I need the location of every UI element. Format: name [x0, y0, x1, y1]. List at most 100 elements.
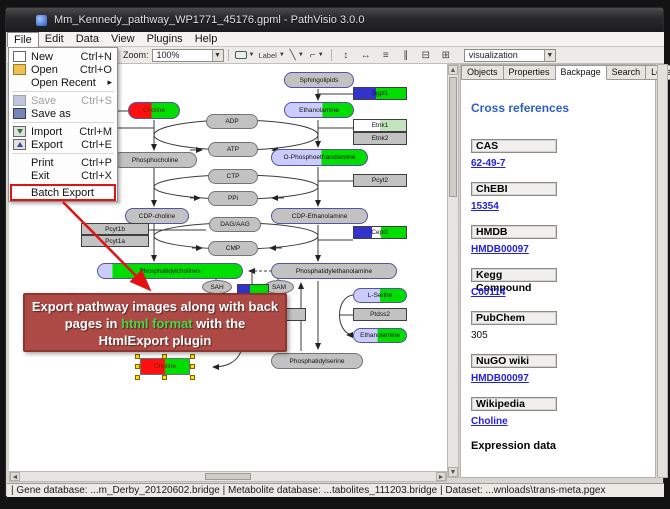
xref-link[interactable]: Choline	[471, 416, 643, 427]
node-cdp-choline[interactable]: CDP-choline	[125, 208, 189, 224]
menu-item-import[interactable]: Import Ctrl+M	[9, 125, 117, 138]
menu-item-open-recent[interactable]: Open Recent ▸	[9, 76, 117, 89]
title-bar[interactable]: Mm_Kennedy_pathway_WP1771_45176.gpml - P…	[6, 8, 663, 32]
visualization-dropdown-icon[interactable]: ▼	[544, 50, 555, 61]
xref-source-name: ChEBI	[471, 182, 557, 196]
backpage-content: Cross references CAS 62-49-7 ChEBI 15354…	[461, 81, 643, 478]
zoom-dropdown-icon[interactable]: ▼	[212, 50, 223, 61]
visualization-combobox[interactable]: visualization ▼	[464, 49, 556, 62]
menu-plugins[interactable]: Plugins	[141, 32, 189, 47]
node-phosphatidylserine[interactable]: Phosphatidylserine	[271, 353, 363, 369]
layout-button[interactable]: ⊞	[438, 48, 454, 62]
node-choline-top[interactable]: Choline	[128, 102, 180, 119]
xref-link[interactable]: C00114	[471, 287, 643, 298]
node-phosphocholine[interactable]: Phosphocholine	[113, 152, 197, 168]
scroll-up-icon[interactable]: ▲	[448, 65, 458, 75]
label-tool-button[interactable]: Label▼	[258, 48, 284, 62]
tab-backpage[interactable]: Backpage	[556, 65, 607, 80]
selection-handle[interactable]	[190, 364, 195, 369]
node-dag-aag[interactable]: DAG/AAG	[209, 217, 261, 232]
menu-item-export[interactable]: Export Ctrl+E	[9, 138, 117, 151]
xref-link[interactable]: 15354	[471, 201, 643, 212]
node-cdp-ethanolamine[interactable]: CDP-Ethanolamine	[271, 208, 368, 224]
node-ethanolamine-bottom[interactable]: Ethanolamine	[353, 328, 407, 343]
stack-vertical-button[interactable]: ∥	[398, 48, 414, 62]
canvas-horizontal-scrollbar[interactable]: ◄ ►	[9, 471, 447, 482]
horizontal-scroll-thumb[interactable]	[205, 473, 251, 480]
node-phosphatidylcholines[interactable]: Phosphatidylcholines	[97, 263, 243, 279]
xref-link[interactable]: 62-49-7	[471, 158, 643, 169]
menu-separator	[12, 91, 114, 92]
cross-references-heading: Cross references	[471, 101, 643, 115]
xref-source-name: Kegg Compound	[471, 268, 557, 282]
vertical-scroll-thumb[interactable]	[449, 77, 457, 197]
node-ctp[interactable]: CTP	[208, 169, 258, 184]
align-vertical-icon: ↕	[343, 50, 348, 61]
tab-search[interactable]: Search	[607, 65, 647, 80]
file-menu-popup: New Ctrl+N Open Ctrl+O Open Recent ▸ Sav…	[8, 47, 118, 202]
node-cmp[interactable]: CMP	[208, 241, 258, 256]
align-horizontal-button[interactable]: ↔	[358, 48, 374, 62]
side-panel: Objects Properties Backpage Search Legen…	[460, 64, 656, 478]
selection-handle[interactable]	[135, 364, 140, 369]
common-size-button[interactable]: ⊟	[418, 48, 434, 62]
node-sphingolipids[interactable]: Sphingolipids	[284, 72, 354, 88]
align-vertical-button[interactable]: ↕	[338, 48, 354, 62]
node-sah[interactable]: SAH	[202, 280, 232, 294]
node-choline-bottom-selected[interactable]: Choline	[140, 358, 190, 375]
status-bar: | Gene database: ...m_Derby_20120602.bri…	[7, 483, 664, 497]
line-tool-button[interactable]: ╲▼	[289, 48, 305, 62]
gene-box-pcyt1b[interactable]: Pcyt1b	[81, 223, 149, 235]
selection-handle[interactable]	[190, 354, 195, 359]
scroll-down-icon[interactable]: ▼	[448, 467, 458, 477]
node-l-serine[interactable]: L-Serine	[353, 288, 407, 303]
gene-box-pcyt2[interactable]: Pcyt2	[353, 174, 407, 187]
stack-horizontal-button[interactable]: ≡	[378, 48, 394, 62]
connector-tool-button[interactable]: ⌐▼	[309, 48, 325, 62]
gene-box-sgpl1[interactable]: Sgpl1	[353, 87, 407, 100]
menu-file[interactable]: File	[7, 32, 39, 47]
gene-box-ptdss2[interactable]: Ptdss2	[353, 308, 407, 321]
gene-box-etnk2[interactable]: Etnk2	[353, 132, 407, 145]
common-size-icon: ⊟	[422, 50, 430, 61]
xref-link[interactable]: HMDB00097	[471, 244, 643, 255]
node-ethanolamine-top[interactable]: Ethanolamine	[284, 102, 354, 118]
gene-box-pcyt1a[interactable]: Pcyt1a	[81, 235, 149, 247]
gene-box-cept1[interactable]: Cept1	[353, 226, 407, 239]
datanode-icon	[235, 51, 247, 59]
selection-handle[interactable]	[135, 354, 140, 359]
node-o-phosphoethanolamine[interactable]: O-Phosphoethanolamine	[271, 149, 368, 166]
save-icon	[13, 95, 26, 106]
tab-properties[interactable]: Properties	[504, 65, 556, 80]
menu-item-new[interactable]: New Ctrl+N	[9, 50, 117, 63]
menu-item-print[interactable]: Print Ctrl+P	[9, 156, 117, 169]
selection-handle[interactable]	[135, 375, 140, 380]
scroll-left-icon[interactable]: ◄	[10, 472, 20, 481]
zoom-combobox[interactable]: 100% ▼	[152, 49, 224, 62]
menu-view[interactable]: View	[105, 32, 141, 47]
menu-item-save[interactable]: Save Ctrl+S	[9, 94, 117, 107]
node-atp[interactable]: ATP	[208, 142, 258, 157]
node-adp[interactable]: ADP	[206, 114, 258, 129]
menu-item-exit[interactable]: Exit Ctrl+X	[9, 169, 117, 182]
xref-link[interactable]: HMDB00097	[471, 373, 643, 384]
node-phosphatidylethanolamine[interactable]: Phosphatidylethanolamine	[271, 263, 397, 279]
selection-group[interactable]: Choline	[135, 354, 196, 381]
node-ppi[interactable]: PPi	[208, 191, 258, 206]
selection-handle[interactable]	[162, 375, 167, 380]
selection-handle[interactable]	[162, 354, 167, 359]
panel-scrollbar[interactable]	[657, 64, 668, 478]
gene-box-partial-ptdss1[interactable]	[284, 308, 306, 321]
selection-handle[interactable]	[190, 375, 195, 380]
datanode-tool-button[interactable]: ▼	[235, 48, 255, 62]
scroll-right-icon[interactable]: ►	[436, 472, 446, 481]
menu-data[interactable]: Data	[70, 32, 105, 47]
menu-help[interactable]: Help	[189, 32, 224, 47]
menu-item-save-as[interactable]: Save as	[9, 107, 117, 120]
menu-item-open[interactable]: Open Ctrl+O	[9, 63, 117, 76]
canvas-vertical-scrollbar[interactable]: ▲ ▼	[447, 64, 459, 478]
menu-edit[interactable]: Edit	[39, 32, 70, 47]
gene-box-etnk1[interactable]: Etnk1	[353, 119, 407, 132]
annotation-highlight-box	[10, 184, 116, 201]
tab-objects[interactable]: Objects	[461, 65, 504, 80]
